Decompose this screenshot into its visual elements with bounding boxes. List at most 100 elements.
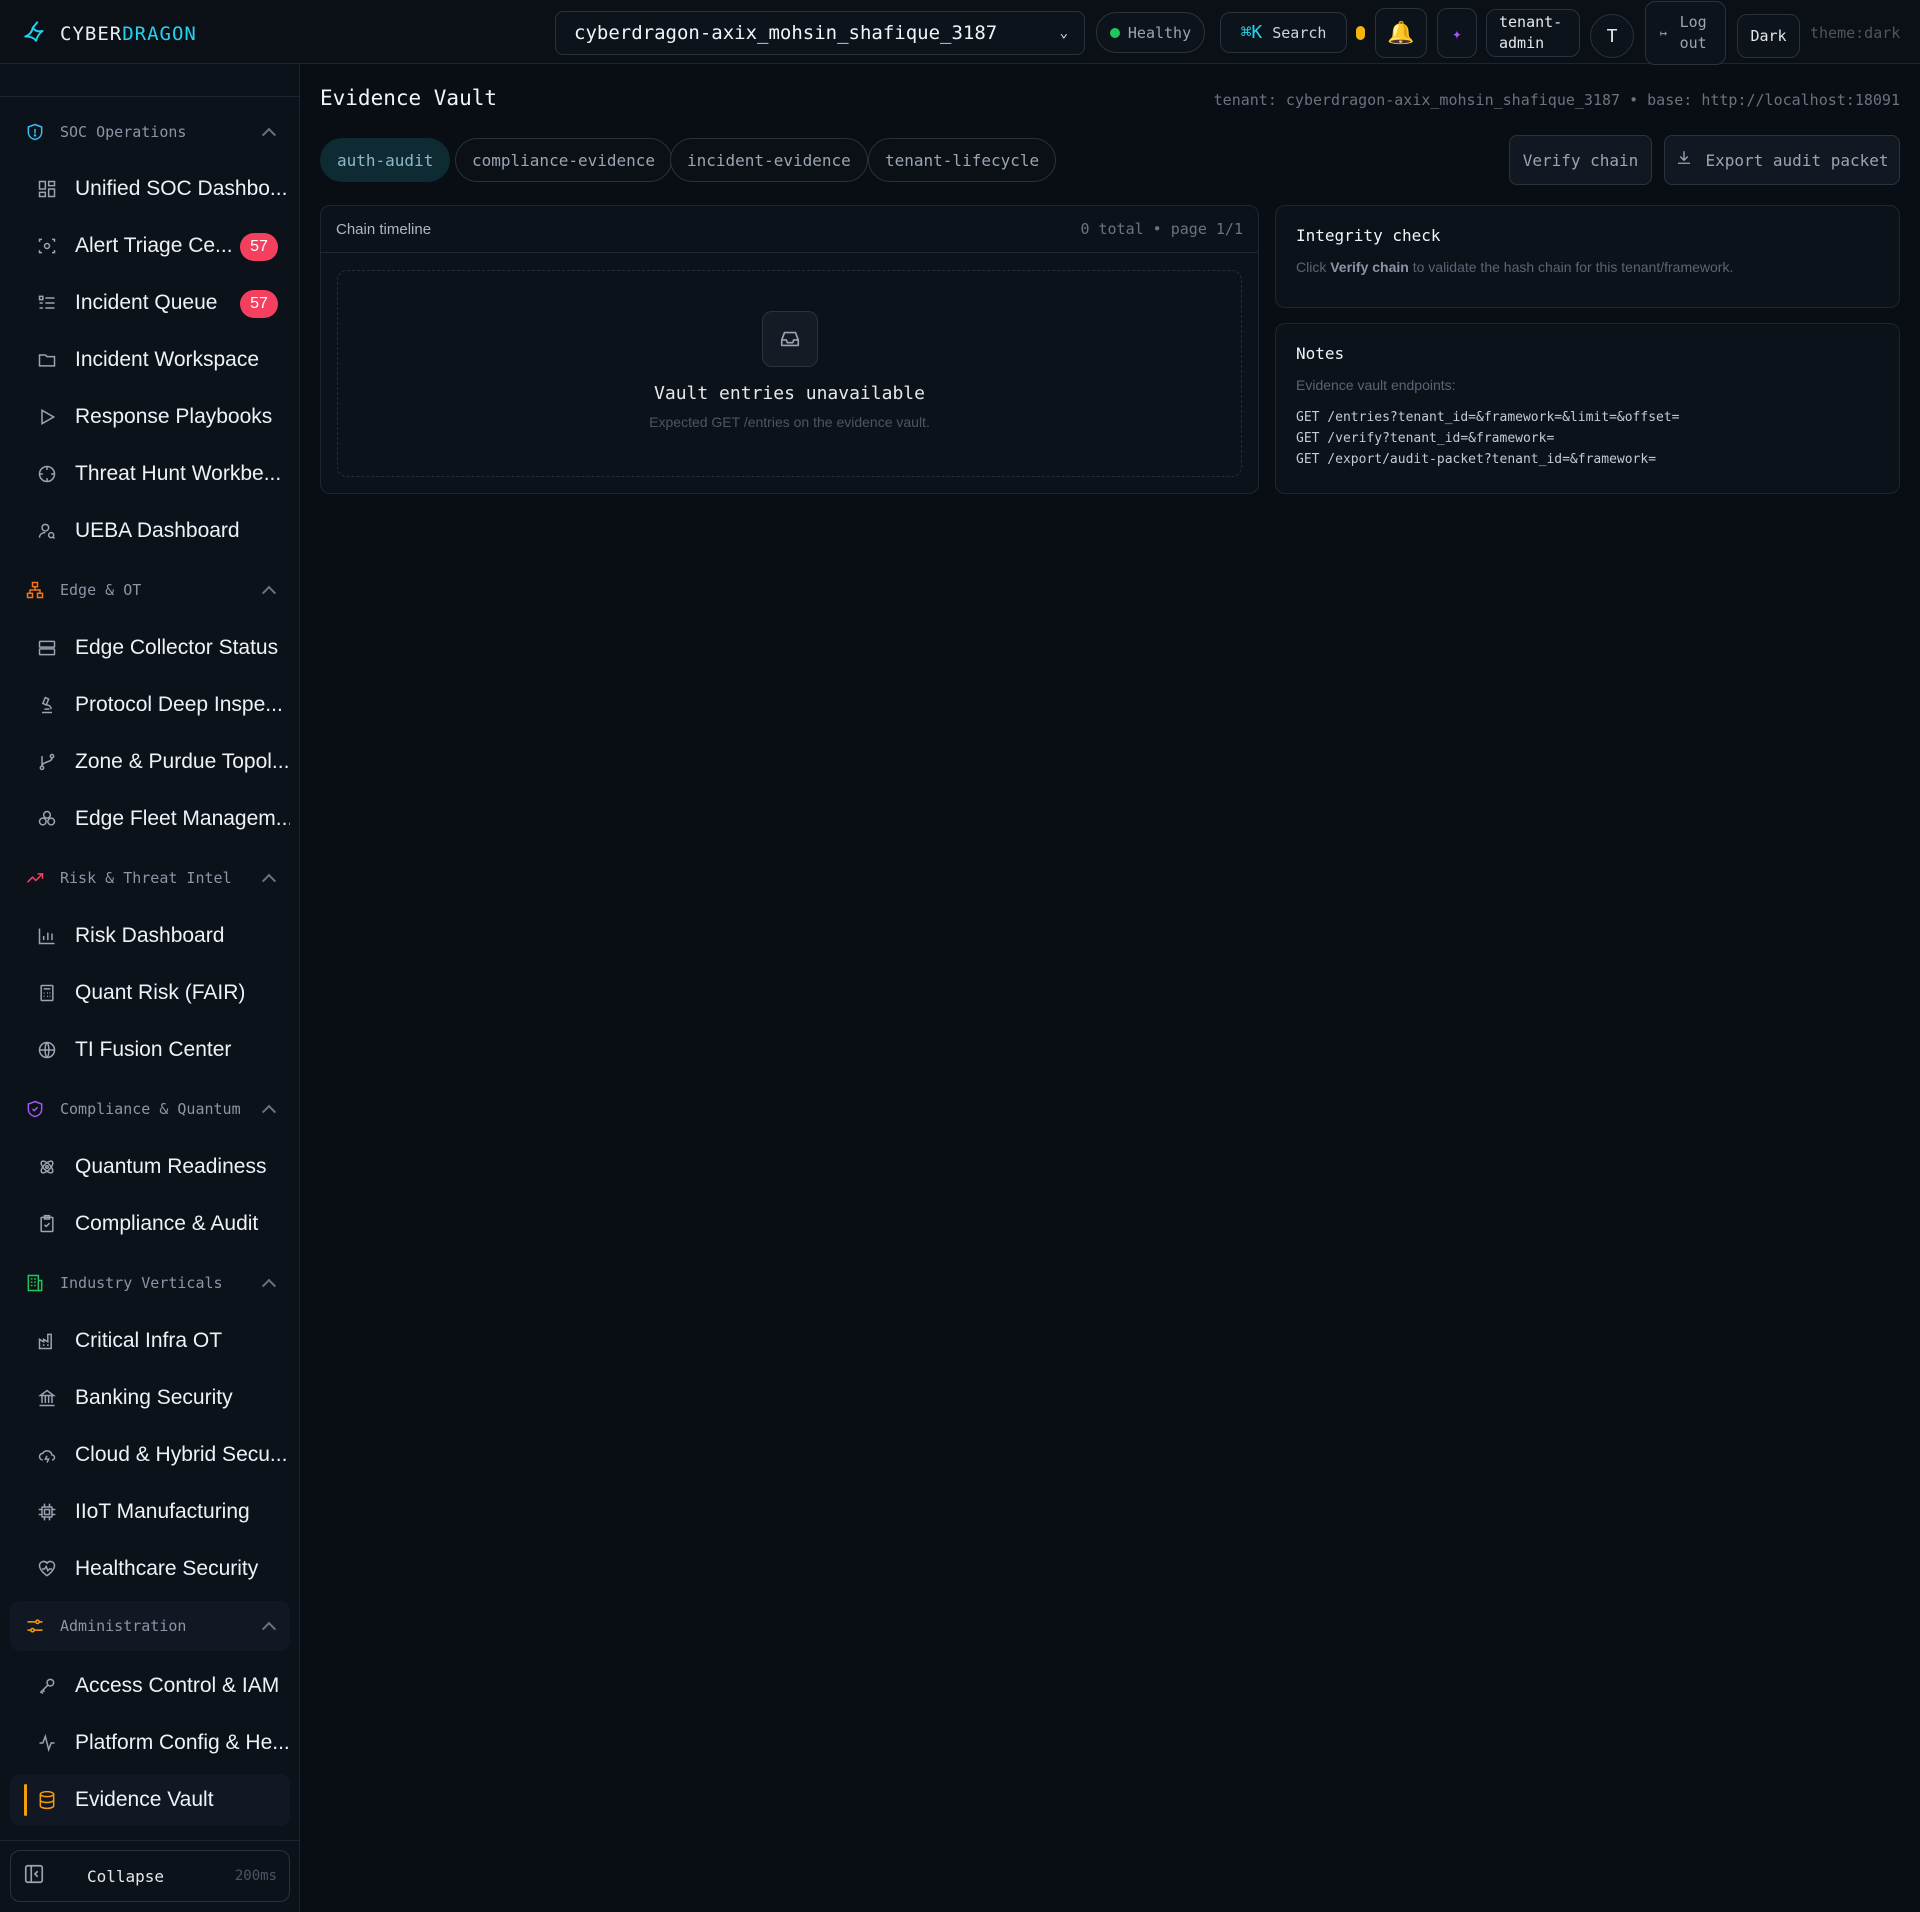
chain-timeline-count: 0 total • page 1/1 [1080,220,1243,238]
sparkle-icon: ✦ [1452,23,1462,43]
top-bar: CYBERDRAGON cyberdragon-axix_mohsin_shaf… [0,0,1920,65]
sidebar-item-label: Healthcare Security [75,1557,259,1580]
building-icon [24,1272,46,1294]
sidebar-item-quant-risk-fair[interactable]: Quant Risk (FAIR) [10,967,290,1019]
endpoint-item: GET /export/audit-packet?tenant_id=&fram… [1296,452,1657,467]
sidebar-item-banking-security[interactable]: Banking Security [10,1372,290,1424]
section-industry-verticals[interactable]: Industry Verticals [10,1258,290,1308]
folder-icon [36,349,58,371]
avatar[interactable]: T [1590,14,1634,58]
scan-eye-icon [36,235,58,257]
sidebar-item-edge-fleet-management[interactable]: Edge Fleet Managem... [10,793,290,845]
collapse-sidebar-button[interactable]: Collapse 200ms [10,1850,290,1902]
role-label: tenant-admin [1499,13,1563,52]
sidebar-item-iiot-manufacturing[interactable]: IIoT Manufacturing [10,1486,290,1538]
notifications-button[interactable]: 🔔 [1375,8,1427,58]
sidebar-item-label: Response Playbooks [75,405,273,428]
theme-toggle-button[interactable]: Dark [1737,14,1800,58]
sidebar-item-label: Risk Dashboard [75,924,225,947]
health-label: Healthy [1127,23,1192,42]
search-button[interactable]: ⌘K Search [1220,12,1347,53]
sidebar-item-label: Quantum Readiness [75,1155,267,1178]
section-administration[interactable]: Administration [10,1601,290,1651]
sidebar-item-label: TI Fusion Center [75,1038,232,1061]
chevron-up-icon [261,873,277,888]
count-badge: 57 [240,233,278,261]
sidebar-item-incident-queue[interactable]: Incident Queue 57 [10,277,290,329]
sidebar-item-critical-infra-ot[interactable]: Critical Infra OT [10,1315,290,1367]
framework-chip-auth-audit[interactable]: auth-audit [320,138,451,182]
sidebar-item-edge-collector-status[interactable]: Edge Collector Status [10,622,290,674]
dashboard-grid-icon [36,178,58,200]
theme-tag: theme:dark [1810,24,1901,42]
integrity-check-text: Click Verify chain to validate the hash … [1296,259,1734,275]
sliders-icon [24,1615,46,1637]
export-audit-packet-label: Export audit packet [1705,150,1889,170]
sidebar-item-label: Platform Config & He... [75,1731,290,1754]
sidebar-item-quantum-readiness[interactable]: Quantum Readiness [10,1141,290,1193]
section-label: Industry Verticals [60,1274,223,1292]
sidebar-item-alert-triage[interactable]: Alert Triage Ce... 57 [10,220,290,272]
logout-button[interactable]: ↦ Log out [1645,1,1726,65]
theme-label: Dark [1750,27,1787,45]
section-soc-operations[interactable]: SOC Operations [10,107,290,157]
section-label: Administration [60,1617,187,1635]
factory-icon [36,1330,58,1352]
sidebar-item-response-playbooks[interactable]: Response Playbooks [10,391,290,443]
activity-icon [36,1732,58,1754]
sidebar: SOC Operations Unified SOC Dashbo... Ale… [0,64,300,1912]
sidebar-item-label: Unified SOC Dashbo... [75,177,288,200]
sidebar-item-cloud-hybrid-security[interactable]: Cloud & Hybrid Secu... [10,1429,290,1481]
count-badge: 57 [240,290,278,318]
sidebar-item-platform-config[interactable]: Platform Config & He... [10,1717,290,1769]
framework-chip-tenant-lifecycle[interactable]: tenant-lifecycle [868,138,1057,182]
ai-assistant-button[interactable]: ✦ [1437,8,1477,58]
database-icon [36,1789,58,1811]
section-compliance-quantum[interactable]: Compliance & Quantum [10,1084,290,1134]
sidebar-item-label: Quant Risk (FAIR) [75,981,246,1004]
sidebar-item-incident-workspace[interactable]: Incident Workspace [10,334,290,386]
sidebar-item-label: Alert Triage Ce... [75,234,233,257]
verify-chain-label: Verify chain [1522,150,1639,170]
atom-icon [36,1156,58,1178]
bell-icon: 🔔 [1387,20,1415,46]
sidebar-divider [0,1840,300,1841]
health-status[interactable]: Healthy [1096,12,1205,53]
sidebar-item-risk-dashboard[interactable]: Risk Dashboard [10,910,290,962]
brand-logo[interactable]: CYBERDRAGON [22,18,197,49]
sidebar-item-protocol-deep-inspection[interactable]: Protocol Deep Inspe... [10,679,290,731]
globe-icon [36,1039,58,1061]
sidebar-item-access-control-iam[interactable]: Access Control & IAM [10,1660,290,1712]
sidebar-item-compliance-audit[interactable]: Compliance & Audit [10,1198,290,1250]
tenant-select[interactable]: cyberdragon-axix_mohsin_shafique_3187 ⌄ [555,11,1085,55]
sidebar-item-ti-fusion-center[interactable]: TI Fusion Center [10,1024,290,1076]
sidebar-item-label: Edge Collector Status [75,636,279,659]
export-audit-packet-button[interactable]: Export audit packet [1664,135,1900,185]
sidebar-item-evidence-vault[interactable]: Evidence Vault [10,1774,290,1826]
sidebar-item-healthcare-security[interactable]: Healthcare Security [10,1543,290,1595]
sidebar-item-ueba-dashboard[interactable]: UEBA Dashboard [10,505,290,557]
notes-subtitle: Evidence vault endpoints: [1296,377,1456,393]
search-label: Search [1272,23,1327,42]
integrity-check-title: Integrity check [1296,226,1441,245]
sidebar-item-unified-soc-dashboard[interactable]: Unified SOC Dashbo... [10,163,290,215]
indicator-dot-icon [1356,26,1365,40]
section-label: Risk & Threat Intel [60,869,232,887]
verify-chain-button[interactable]: Verify chain [1509,135,1652,185]
framework-chip-compliance-evidence[interactable]: compliance-evidence [455,138,673,182]
heart-pulse-icon [36,1558,58,1580]
network-icon [24,579,46,601]
sidebar-item-label: Incident Queue [75,291,218,314]
inbox-icon [761,311,818,367]
section-edge-ot[interactable]: Edge & OT [10,565,290,615]
clipboard-check-icon [36,1213,58,1235]
section-risk-threat-intel[interactable]: Risk & Threat Intel [10,853,290,903]
framework-chip-incident-evidence[interactable]: incident-evidence [670,138,868,182]
chain-timeline-title: Chain timeline [336,220,432,238]
sidebar-item-zone-purdue-topology[interactable]: Zone & Purdue Topol... [10,736,290,788]
microscope-icon [36,694,58,716]
chevron-up-icon [261,1621,277,1636]
sidebar-item-threat-hunt[interactable]: Threat Hunt Workbe... [10,448,290,500]
sidebar-item-label: Cloud & Hybrid Secu... [75,1443,288,1466]
sidebar-item-label: Compliance & Audit [75,1212,259,1235]
